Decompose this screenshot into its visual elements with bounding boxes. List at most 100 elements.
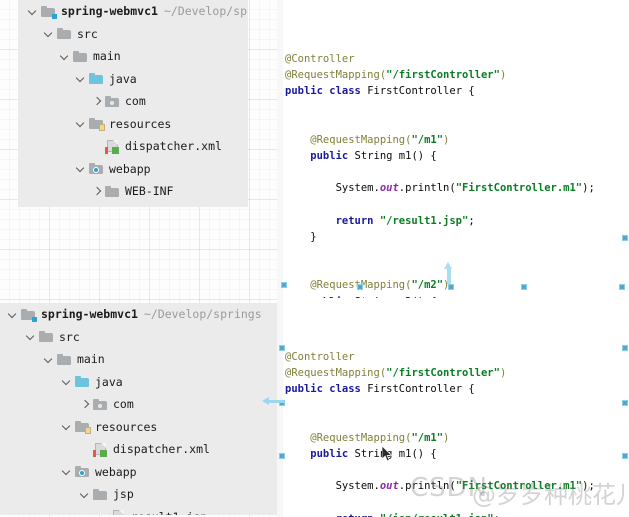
tree-row-label: com [113,397,134,411]
chevron-down-icon[interactable] [76,73,87,84]
chevron-down-icon[interactable] [62,421,73,432]
tree-row[interactable]: JSPresult1.jsp [18,203,248,208]
tree-row-label: java [109,71,137,86]
chevron-down-icon[interactable] [76,163,87,174]
tree-row-label: java [95,374,123,389]
tree-row[interactable]: resources [0,416,280,439]
bottom-editor-panel[interactable]: @Controller @RequestMapping("/firstContro… [277,298,629,517]
tree-row-label: main [77,352,105,366]
tree-row-label: dispatcher.xml [113,442,210,456]
chevron-down-icon[interactable] [44,28,55,39]
tree-row-label: com [125,94,146,108]
folder-icon [73,50,88,63]
code-marker-icon [281,282,287,288]
tree-row[interactable]: com [18,90,248,113]
code-line: public String m1() { [285,149,437,162]
chevron-right-icon[interactable] [92,186,103,197]
chevron-down-icon[interactable] [60,51,71,62]
tree-row[interactable]: java [0,371,280,394]
code-marker-icon [622,345,628,351]
tree-row[interactable]: webapp [18,158,248,181]
tree-row-label: result1.jsp [125,203,201,208]
code-line: @RequestMapping("/m1") [285,133,450,146]
chevron-down-icon[interactable] [26,331,37,342]
tree-row-label: webapp [95,464,137,479]
tree-row-label: spring-webmvc1 [41,307,138,321]
tree-row[interactable]: dispatcher.xml [18,135,248,158]
mouse-cursor-icon [382,446,393,462]
code-line: @RequestMapping("/firstController") [285,366,507,379]
folder-icon [39,330,54,343]
tree-row-label: main [93,49,121,63]
tree-row[interactable]: src [18,23,248,46]
tree-row-label: result1.jsp [131,506,207,516]
chevron-down-icon[interactable] [76,118,87,129]
no-chevron-spacer [98,511,109,515]
chevron-down-icon[interactable] [28,6,39,17]
xml-file-icon [93,442,108,457]
code-marker-icon [279,453,285,459]
code-line: return "/jsp/result1.jsp"; [285,511,629,517]
folder-icon [57,353,72,366]
chevron-down-icon[interactable] [62,376,73,387]
tree-row-label: WEB-INF [125,184,174,198]
webapp-folder-icon [89,162,104,175]
code-line: } [285,230,317,243]
tree-row-label: jsp [113,487,134,501]
tree-row-label: src [77,26,98,41]
jsp-file-icon: JSP [111,510,126,515]
chevron-right-icon[interactable] [80,399,91,410]
tree-row[interactable]: spring-webmvc1 ~/Develop/springs [18,0,248,23]
chevron-down-icon[interactable] [8,309,19,320]
chevron-right-icon[interactable] [92,96,103,107]
no-chevron-spacer [92,141,103,152]
tree-row[interactable]: resources [18,113,248,136]
chevron-down-icon[interactable] [44,354,55,365]
tree-row[interactable]: spring-webmvc1 ~/Develop/springs [0,303,280,326]
code-line: System.out.println("FirstController.m1")… [285,182,595,195]
tree-row-label: dispatcher.xml [125,139,222,153]
top-project-tree-panel[interactable]: spring-webmvc1 ~/Develop/springs src main ja… [18,0,248,207]
code-text[interactable]: @Controller @RequestMapping("/firstContro… [277,349,629,517]
code-marker-icon [279,345,285,351]
tree-row[interactable]: com [0,393,280,416]
module-folder-icon [41,5,57,19]
tree-row[interactable]: JSP result1.jsp [0,506,280,516]
code-text[interactable]: @Controller @RequestMapping("/firstContro… [277,51,629,298]
package-folder-icon [93,398,108,411]
tree-row[interactable]: java [18,68,248,91]
tree-row-label: webapp [109,161,151,176]
code-line: return "/result1.jsp"; [285,214,475,227]
code-marker-icon [521,284,527,290]
top-editor-panel[interactable]: @Controller @RequestMapping("/firstContro… [277,0,629,298]
code-line: @RequestMapping("/m1") [285,431,450,444]
tree-row[interactable]: main [0,348,280,371]
tree-row[interactable]: jsp [0,483,280,506]
tree-root-path: ~/Develop/springs [163,4,248,18]
code-marker-icon [622,453,628,459]
tree-row[interactable]: main [18,45,248,68]
tree-row[interactable]: dispatcher.xml [0,438,280,461]
tree-row[interactable]: WEB-INF [18,180,248,203]
tree-row[interactable]: webapp [0,461,280,484]
chevron-down-icon[interactable] [80,489,91,500]
code-line: @Controller [285,52,355,65]
source-folder-icon [89,72,104,85]
folder-icon [105,185,120,198]
code-line: @RequestMapping("/m2") [285,279,450,292]
tree-row[interactable]: src [0,326,280,349]
xml-file-icon [105,139,120,154]
code-marker-icon [448,284,454,290]
tree-row-label: src [59,329,80,344]
webapp-folder-icon [75,465,90,478]
bottom-project-tree-panel[interactable]: spring-webmvc1 ~/Develop/springs src main ja… [0,303,280,515]
chevron-down-icon[interactable] [62,466,73,477]
folder-icon [57,27,72,40]
